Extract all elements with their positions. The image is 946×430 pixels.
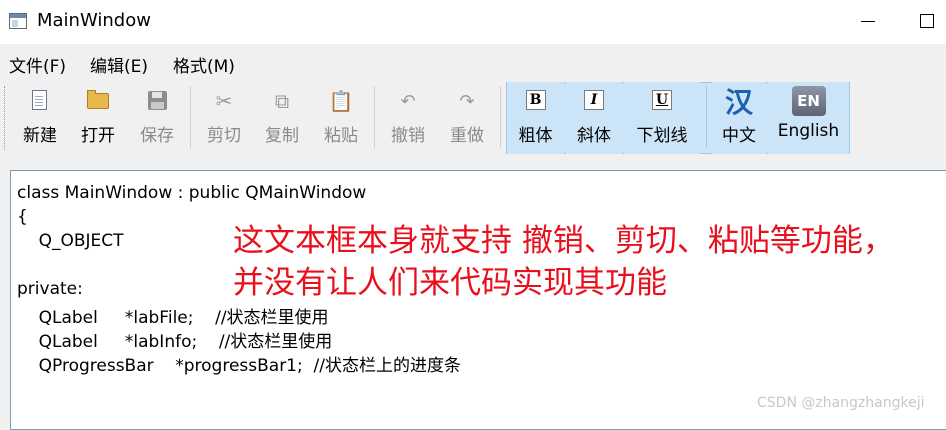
english-button-label: English bbox=[777, 121, 840, 141]
open-folder-icon bbox=[85, 88, 111, 114]
save-button[interactable]: 保存 bbox=[131, 82, 183, 154]
new-button[interactable]: 新建 bbox=[14, 82, 66, 154]
menu-format[interactable]: 格式(M) bbox=[173, 52, 235, 77]
text-editor[interactable]: class MainWindow : public QMainWindow { … bbox=[10, 170, 946, 430]
paste-button[interactable]: 📋 粘贴 bbox=[315, 82, 367, 154]
new-button-label: 新建 bbox=[23, 126, 57, 146]
code-line: Q_OBJECT bbox=[17, 231, 124, 251]
copy-button-label: 复制 bbox=[265, 126, 299, 146]
bold-button-label: 粗体 bbox=[518, 126, 553, 146]
new-file-icon bbox=[27, 88, 53, 114]
chinese-button-label: 中文 bbox=[722, 126, 756, 146]
english-button[interactable]: EN English bbox=[768, 82, 849, 154]
italic-button[interactable]: I 斜体 bbox=[566, 82, 622, 154]
code-line: { bbox=[17, 207, 28, 227]
italic-button-label: 斜体 bbox=[577, 126, 611, 146]
toolbar-separator bbox=[706, 86, 707, 148]
underline-button[interactable]: U 下划线 bbox=[624, 82, 700, 154]
english-language-icon: EN bbox=[791, 86, 826, 116]
toolbar-grip[interactable] bbox=[4, 86, 8, 150]
title-bar: MainWindow bbox=[0, 0, 946, 44]
cut-button-label: 剪切 bbox=[207, 126, 241, 146]
italic-icon: I bbox=[581, 88, 607, 114]
redo-icon: ↷ bbox=[459, 90, 475, 112]
underline-icon: U bbox=[649, 88, 675, 114]
cut-icon: ✂ bbox=[215, 89, 233, 113]
open-button-label: 打开 bbox=[81, 126, 115, 146]
bold-button[interactable]: B 粗体 bbox=[507, 82, 564, 154]
menu-edit[interactable]: 编辑(E) bbox=[90, 52, 148, 77]
maximize-icon[interactable] bbox=[920, 14, 934, 28]
open-button[interactable]: 打开 bbox=[72, 82, 124, 154]
undo-button[interactable]: ↶ 撤销 bbox=[382, 82, 434, 154]
paste-button-label: 粘贴 bbox=[324, 126, 358, 146]
chinese-language-icon: 汉 bbox=[724, 86, 753, 119]
window-app-icon[interactable] bbox=[9, 13, 27, 29]
toolbar-separator bbox=[374, 86, 375, 148]
save-button-label: 保存 bbox=[140, 126, 174, 146]
code-line: private: bbox=[17, 279, 83, 299]
paste-icon: 📋 bbox=[328, 89, 354, 113]
annotation-line-2: 并没有让人们来代码实现其功能 bbox=[233, 265, 667, 301]
code-line: QLabel *labFile; //状态栏里使用 bbox=[17, 308, 329, 328]
code-line: QLabel *labInfo; //状态栏里使用 bbox=[17, 332, 333, 352]
chinese-button[interactable]: 汉 中文 bbox=[712, 82, 766, 154]
minimize-icon[interactable] bbox=[861, 21, 875, 22]
code-line: class MainWindow : public QMainWindow bbox=[17, 183, 367, 203]
save-icon bbox=[144, 88, 170, 114]
window-title: MainWindow bbox=[37, 10, 151, 31]
undo-button-label: 撤销 bbox=[391, 126, 425, 146]
code-line: QProgressBar *progressBar1; //状态栏上的进度条 bbox=[17, 356, 461, 376]
cut-button[interactable]: ✂ 剪切 bbox=[198, 82, 250, 154]
redo-button[interactable]: ↷ 重做 bbox=[441, 82, 493, 154]
copy-icon: ⧉ bbox=[274, 89, 290, 113]
bold-icon: B bbox=[523, 88, 549, 114]
toolbar-separator bbox=[500, 86, 501, 148]
toolbar: 新建 打开 保存 ✂ 剪切 ⧉ 复制 📋 粘贴 ↶ 撤销 ↷ 重做 B 粗体 I… bbox=[0, 78, 946, 158]
copy-button[interactable]: ⧉ 复制 bbox=[256, 82, 308, 154]
annotation-line-1: 这文本框本身就支持 撤销、剪切、粘贴等功能， bbox=[233, 223, 894, 259]
redo-button-label: 重做 bbox=[450, 126, 484, 146]
toolbar-separator bbox=[190, 86, 191, 148]
watermark: CSDN @zhangzhangkeji bbox=[757, 395, 925, 411]
menu-file[interactable]: 文件(F) bbox=[9, 52, 66, 77]
menu-bar: 文件(F) 编辑(E) 格式(M) bbox=[0, 44, 946, 78]
undo-icon: ↶ bbox=[400, 90, 416, 112]
underline-button-label: 下划线 bbox=[636, 126, 688, 146]
